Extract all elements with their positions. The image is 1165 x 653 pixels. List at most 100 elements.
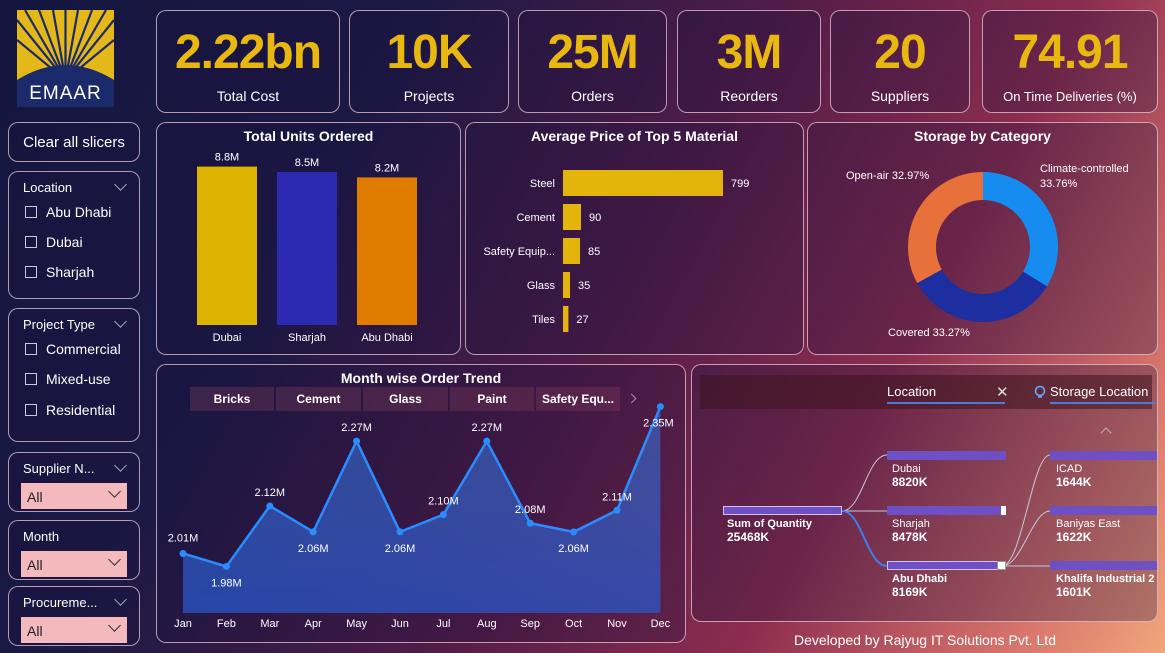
kpi-value: 10K <box>386 26 472 79</box>
kpi-label: Suppliers <box>870 88 930 104</box>
units-bar-chart: 8.8M Dubai 8.5M Sharjah 8.2M Abu Dhabi <box>197 152 417 344</box>
category-label: Dubai <box>213 332 242 344</box>
kpi-total-cost: 2.22bn Total Cost <box>156 10 340 113</box>
checkbox-icon[interactable] <box>25 404 37 416</box>
kpi-value: 2.22bn <box>174 26 322 79</box>
slicer-option-abu-dhabi[interactable]: Abu Dhabi <box>25 204 111 220</box>
bar <box>277 172 337 325</box>
slicer-option-sharjah[interactable]: Sharjah <box>25 264 94 280</box>
data-label: 2.27M <box>472 422 503 434</box>
slice-label: Covered 33.27% <box>888 327 970 339</box>
data-point <box>656 403 664 411</box>
project-type-slicer: Project Type Commercial Mixed-use Reside… <box>8 308 140 442</box>
category-label: Abu Dhabi <box>361 332 412 344</box>
data-label: 2.12M <box>255 487 286 499</box>
tree-node-value: 8478K <box>892 530 928 544</box>
chevron-down-icon[interactable] <box>114 593 127 606</box>
checkbox-icon[interactable] <box>25 343 37 355</box>
data-label: 90 <box>589 212 601 224</box>
slicer-title: Month <box>23 529 60 544</box>
chevron-down-icon[interactable] <box>114 315 127 328</box>
month-dropdown[interactable]: All <box>21 551 127 577</box>
data-label: 2.08M <box>515 504 546 516</box>
tree-node-dubai-bar[interactable] <box>887 451 1006 460</box>
tree-node-sharjah-bar[interactable] <box>887 506 1006 515</box>
order-trend-panel: Month wise Order Trend Bricks Cement Gla… <box>156 364 686 643</box>
month-label: Oct <box>565 618 582 630</box>
bar <box>563 238 581 264</box>
month-label: Jan <box>174 618 192 630</box>
data-point <box>309 528 317 536</box>
kpi-value: 74.91 <box>1012 26 1128 79</box>
tree-node-khalifa-bar[interactable] <box>1050 561 1157 570</box>
supplier-dropdown[interactable]: All <box>21 483 127 509</box>
data-label: 27 <box>576 314 588 326</box>
data-label: 35 <box>578 280 590 292</box>
checkbox-icon[interactable] <box>25 373 37 385</box>
slicer-option-commercial[interactable]: Commercial <box>25 341 121 357</box>
data-point <box>570 528 578 536</box>
location-slicer: Location Abu Dhabi Dubai Sharjah <box>8 171 140 299</box>
units-ordered-panel: Total Units Ordered 8.8M Dubai 8.5M Sharjah… <box>156 122 461 355</box>
slicer-option-residential[interactable]: Residential <box>25 402 115 418</box>
chevron-down-icon <box>108 619 121 632</box>
tree-node-label: Abu Dhabi <box>892 573 947 585</box>
month-label: Aug <box>477 618 497 630</box>
checkbox-icon[interactable] <box>25 206 37 218</box>
data-label: 2.01M <box>168 532 199 544</box>
tree-node-label: Sharjah <box>892 518 930 530</box>
month-label: Jun <box>391 618 409 630</box>
data-label: 2.06M <box>298 543 329 555</box>
data-point <box>222 562 230 570</box>
data-label: 2.27M <box>341 422 372 434</box>
data-label: 8.8M <box>215 152 239 164</box>
tree-node-value: 1644K <box>1056 475 1092 489</box>
tree-node-abu-dhabi-bar[interactable] <box>887 561 1002 570</box>
tree-node-baniyas-bar[interactable] <box>1050 506 1157 515</box>
checkbox-icon[interactable] <box>25 236 37 248</box>
checkbox-icon[interactable] <box>25 266 37 278</box>
slicer-option-dubai[interactable]: Dubai <box>25 234 83 250</box>
donut-slice <box>917 269 1047 322</box>
chevron-down-icon <box>108 553 121 566</box>
kpi-on-time-deliveries: 74.91 On Time Deliveries (%) <box>982 10 1158 113</box>
data-label: 8.2M <box>375 162 399 174</box>
kpi-value: 25M <box>547 26 638 79</box>
slice-label: 33.76% <box>1040 178 1078 190</box>
data-point <box>353 437 361 445</box>
kpi-suppliers: 20 Suppliers <box>830 10 970 113</box>
chevron-down-icon[interactable] <box>114 459 127 472</box>
logo-sunburst-icon <box>17 10 114 81</box>
month-label: May <box>346 618 367 630</box>
tree-node-label: Dubai <box>892 463 921 475</box>
month-label: Apr <box>305 618 322 630</box>
data-point <box>526 519 534 527</box>
tree-root-bar[interactable] <box>723 506 842 515</box>
chevron-down-icon[interactable] <box>114 178 127 191</box>
tree-root-value: 25468K <box>727 530 770 544</box>
data-label: 799 <box>731 178 749 190</box>
kpi-orders: 25M Orders <box>518 10 667 113</box>
kpi-label: On Time Deliveries (%) <box>1003 89 1137 104</box>
kpi-reorders: 3M Reorders <box>677 10 821 113</box>
data-label: 1.98M <box>211 577 242 589</box>
tree-node-selector[interactable] <box>997 561 1006 570</box>
tree-node-value: 1622K <box>1056 530 1092 544</box>
procurement-dropdown[interactable]: All <box>21 617 127 643</box>
kpi-label: Orders <box>571 88 614 104</box>
month-label: Nov <box>607 618 627 630</box>
tree-node-icad-bar[interactable] <box>1050 451 1157 460</box>
footer-credit: Developed by Rajyug IT Solutions Pvt. Lt… <box>793 632 1056 648</box>
month-label: Jul <box>436 618 450 630</box>
data-label: 2.10M <box>428 496 459 508</box>
slicer-title: Project Type <box>23 317 96 332</box>
month-label: Feb <box>217 618 236 630</box>
supplier-slicer: Supplier N... All <box>8 452 140 512</box>
bar <box>563 306 569 332</box>
storage-donut-chart: Climate-controlled 33.76% Covered 33.27% Op… <box>846 163 1129 339</box>
slicer-option-mixed-use[interactable]: Mixed-use <box>25 371 111 387</box>
clear-slicers-button[interactable]: Clear all slicers <box>8 122 140 162</box>
category-label: Steel <box>530 178 555 190</box>
month-label: Mar <box>260 618 279 630</box>
tree-node-label: Baniyas East <box>1056 518 1121 530</box>
